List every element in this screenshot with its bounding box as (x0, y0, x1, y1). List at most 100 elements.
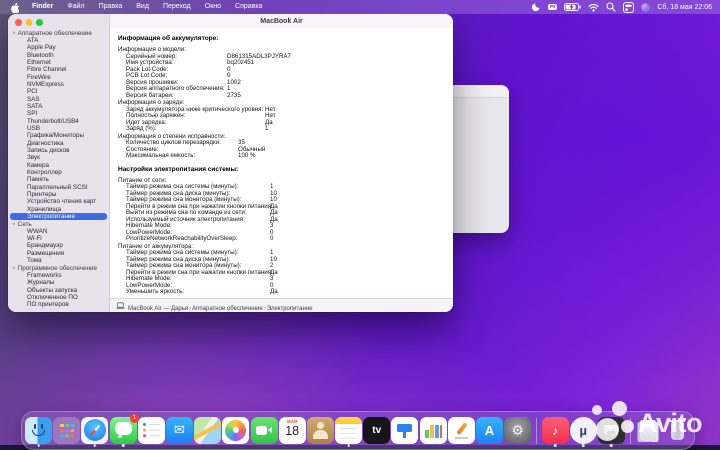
dock-item-contacts[interactable] (306, 414, 334, 447)
sidebar-item-frameworks[interactable]: Frameworks (10, 272, 107, 279)
sidebar-item-wwan[interactable]: WWAN (10, 228, 107, 235)
sidebar-item-параллельный-scsi[interactable]: Параллельный SCSI (10, 184, 107, 191)
menu-вид[interactable]: Вид (129, 0, 156, 14)
dock-item-settings[interactable]: ⚙ (504, 414, 532, 447)
sidebar-item-wi-fi[interactable]: Wi-Fi (10, 235, 107, 242)
dock-item-messages[interactable]: 1 (109, 414, 139, 447)
menu-окно[interactable]: Окно (198, 0, 228, 14)
menu-переход[interactable]: Переход (156, 0, 198, 14)
dock-item-trash[interactable] (664, 414, 691, 447)
numbers-icon (419, 416, 447, 444)
sidebar-item-звук[interactable]: Звук (10, 154, 107, 161)
minimize-button[interactable] (25, 19, 32, 26)
sidebar-item-запись-дисков[interactable]: Запись дисков (10, 147, 107, 154)
menu-справка[interactable]: Справка (228, 0, 269, 14)
music-icon: ♪ (541, 416, 569, 444)
wifi-icon[interactable] (588, 3, 599, 12)
zoom-button[interactable] (36, 19, 43, 26)
dock-item-safari[interactable] (81, 414, 109, 447)
appletv-icon: tv (363, 416, 391, 444)
dock-item-notes[interactable] (335, 414, 363, 447)
dock-item-pages[interactable] (447, 414, 475, 447)
menu-finder[interactable]: Finder (25, 0, 60, 14)
moon-focus-icon[interactable] (531, 2, 541, 12)
dock-item-appstore[interactable]: A (476, 414, 503, 447)
sidebar-item-брандмауэр[interactable]: Брандмауэр (10, 242, 107, 249)
mail-icon: ✉ (165, 416, 193, 444)
breadcrumb: MacBook Air — Дарья›Аппаратное обеспечен… (128, 297, 313, 313)
sidebar-item-электропитание[interactable]: Электропитание (10, 213, 107, 221)
sidebar-item-bluetooth[interactable]: Bluetooth (10, 52, 107, 59)
sidebar-item-apple-pay[interactable]: Apple Pay (10, 44, 107, 51)
sidebar-item-графика-мониторы[interactable]: Графика/Мониторы (10, 132, 107, 139)
dock-item-reminders[interactable] (137, 414, 165, 447)
info-group: Информация о степени исправности: Количес… (118, 133, 453, 160)
running-indicator (553, 444, 557, 447)
dock-item-utorrent[interactable]: µ (569, 414, 597, 447)
info-row-label: Максимальная емкость: (126, 152, 196, 159)
sidebar-item-диагностика[interactable]: Диагностика (10, 140, 107, 147)
close-button[interactable] (15, 19, 22, 26)
dock-item-music[interactable]: ♪ (541, 414, 569, 447)
menu-правка[interactable]: Правка (92, 0, 130, 14)
sidebar-section-header[interactable]: ∨ Сеть (8, 220, 109, 228)
running-indicator (121, 444, 125, 447)
chevron-down-icon: ∨ (12, 30, 16, 36)
dock-item-appletv[interactable]: tv (363, 414, 391, 447)
siri-icon[interactable] (641, 2, 651, 12)
sidebar-item-sas[interactable]: SAS (10, 96, 107, 103)
sidebar-item-хранилища[interactable]: Хранилища (10, 206, 107, 213)
sidebar-item-устройство-чтения-карт[interactable]: Устройство чтения карт (10, 198, 107, 205)
info-row-value: bq20z451 (227, 59, 255, 66)
dock-item-downloads[interactable] (635, 414, 662, 447)
finder-icon (25, 416, 52, 444)
apple-menu[interactable] (10, 2, 19, 13)
sidebar-item-spi[interactable]: SPI (10, 110, 107, 117)
sidebar-item-размещения[interactable]: Размещения (10, 250, 107, 257)
sidebar-item-отключенное-по[interactable]: Отключенное ПО (10, 294, 107, 301)
sidebar-item-usb[interactable]: USB (10, 125, 107, 132)
sidebar-item-sata[interactable]: SATA (10, 103, 107, 110)
dock-item-calendar[interactable]: МАЙ 18 (278, 414, 306, 447)
sidebar-item-память[interactable]: Память (10, 176, 107, 183)
menubar-clock[interactable]: Сб, 18 мая 22:06 (657, 4, 712, 11)
dock-item-finder[interactable] (25, 414, 52, 447)
sidebar-section-header[interactable]: ∨ Аппаратное обеспечение (8, 30, 109, 37)
dock-item-photos[interactable] (222, 414, 250, 447)
spotlight-search-icon[interactable] (606, 2, 616, 12)
dock-item-dark-app[interactable] (597, 414, 625, 447)
dark-app-icon-shape (604, 425, 619, 435)
input-source-indicator[interactable]: РУ (548, 3, 558, 11)
sidebar-item-ata[interactable]: ATA (10, 37, 107, 44)
sidebar-item-тома[interactable]: Тома (10, 257, 107, 264)
sidebar-section-label: Сеть (17, 220, 32, 228)
info-row-value: 1 (265, 125, 269, 132)
menu-файл[interactable]: Файл (60, 0, 91, 14)
sidebar-item-камера[interactable]: Камера (10, 162, 107, 169)
sidebar-item-pci[interactable]: PCI (10, 88, 107, 95)
breadcrumb-separator: › (263, 305, 266, 312)
contacts-icon (306, 416, 334, 444)
dock-item-mail[interactable]: ✉ (165, 414, 193, 447)
dock-item-launchpad[interactable] (53, 414, 81, 447)
sidebar-item-принтеры[interactable]: Принтеры (10, 191, 107, 198)
sidebar-item-firewire[interactable]: FireWire (10, 74, 107, 81)
dock-item-facetime[interactable] (250, 414, 278, 447)
sidebar-item-по-принтеров[interactable]: ПО принтеров (10, 301, 107, 308)
dock-item-keynote[interactable] (391, 414, 419, 447)
sidebar-item-nvmexpress[interactable]: NVMExpress (10, 81, 107, 88)
sidebar-item-журналы[interactable]: Журналы (10, 279, 107, 286)
settings-icon-glyph: ⚙ (511, 421, 524, 438)
sidebar-item-thunderbolt-usb4[interactable]: Thunderbolt/USB4 (10, 118, 107, 125)
sidebar-item-контроллер[interactable]: Контроллер (10, 169, 107, 176)
sidebar-item-ethernet[interactable]: Ethernet (10, 59, 107, 66)
photos-icon (222, 416, 250, 444)
sidebar-item-объекты-запуска[interactable]: Объекты запуска (10, 287, 107, 294)
control-center-icon[interactable] (623, 1, 635, 13)
sidebar-section-header[interactable]: ∨ Программное обеспечение (8, 265, 109, 272)
dock-item-maps[interactable] (194, 414, 222, 447)
keynote-icon (391, 416, 419, 444)
dock-item-numbers[interactable] (419, 414, 447, 447)
battery-charging-icon[interactable] (564, 3, 582, 11)
sidebar-item-fibre-channel[interactable]: Fibre Channel (10, 66, 107, 73)
